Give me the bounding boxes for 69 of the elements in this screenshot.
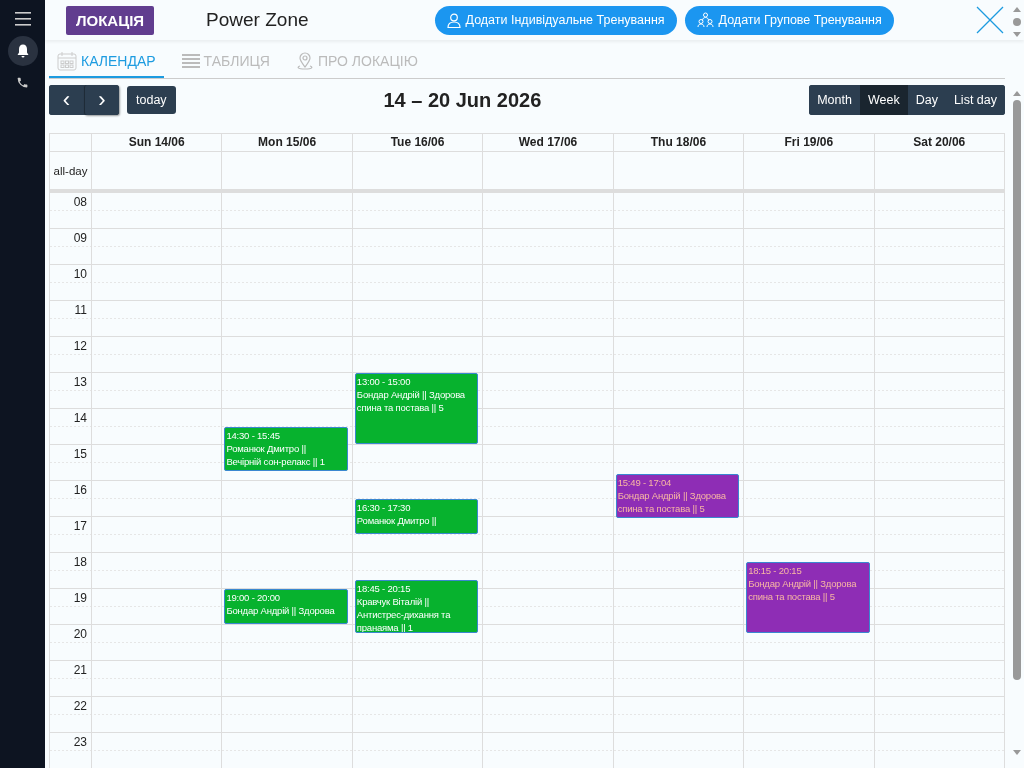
calendar-event[interactable]: 16:30 - 17:30 Романюк Дмитро || bbox=[354, 499, 479, 534]
hour-label: 21 bbox=[73, 663, 87, 677]
day-header: Sat 20/06 bbox=[873, 134, 1004, 151]
phone-icon[interactable] bbox=[16, 76, 29, 89]
event-title: Бондар Андрій || Здорова bbox=[226, 604, 335, 617]
event-title: Бондар Андрій || Здорова bbox=[356, 388, 465, 401]
hour-label: 20 bbox=[73, 627, 87, 641]
event-title: Бондар Андрій || Здорова bbox=[748, 577, 857, 590]
calendar-icon bbox=[57, 50, 77, 71]
hour-label: 16 bbox=[73, 483, 87, 497]
person-icon bbox=[446, 12, 461, 28]
calendar-event[interactable]: 18:15 - 20:15 Бондар Андрій || Здорова спина та постава || 5 bbox=[746, 562, 870, 633]
add-training-button[interactable]: Додати Групове Тренування bbox=[684, 5, 894, 35]
event-time: 13:00 - 15:00 bbox=[356, 375, 411, 388]
event-title: Вечірній сон-релакс || 1 bbox=[226, 455, 325, 468]
day-header: Wed 17/06 bbox=[482, 134, 613, 151]
hour-label: 14 bbox=[73, 411, 87, 425]
hour-label: 18 bbox=[73, 555, 87, 569]
close-icon[interactable] bbox=[976, 6, 1004, 34]
hour-label: 11 bbox=[74, 303, 87, 317]
hour-label: 15 bbox=[73, 447, 87, 461]
event-time: 16:30 - 17:30 bbox=[356, 501, 411, 514]
map-pin-icon bbox=[295, 50, 314, 71]
event-title: Кравчук Віталій || bbox=[356, 595, 429, 608]
event-title: спина та постава || 5 bbox=[748, 590, 835, 603]
tab[interactable]: ПРО ЛОКАЦІЮ bbox=[287, 45, 426, 78]
event-title: Романюк Дмитро || bbox=[356, 514, 437, 527]
event-time: 19:00 - 20:00 bbox=[226, 591, 280, 604]
day-header: Sun 14/06 bbox=[91, 134, 222, 151]
location-badge: ЛОКАЦІЯ bbox=[66, 5, 155, 35]
event-time: 14:30 - 15:45 bbox=[226, 429, 280, 442]
day-header: Mon 15/06 bbox=[221, 134, 352, 151]
next-button[interactable]: › bbox=[84, 85, 119, 115]
event-title: спина та постава || 5 bbox=[356, 401, 444, 414]
hour-label: 13 bbox=[73, 375, 87, 389]
tab[interactable]: ТАБЛИЦЯ bbox=[173, 45, 278, 78]
event-title: Бондар Андрій || Здорова bbox=[617, 489, 726, 503]
hour-label: 23 bbox=[73, 735, 87, 749]
today-button[interactable]: today bbox=[127, 86, 176, 114]
group-icon bbox=[696, 12, 714, 28]
calendar-event[interactable]: 13:00 - 15:00 Бондар Андрій || Здорова спина та постава || 5 bbox=[354, 373, 479, 444]
hour-label: 09 bbox=[73, 231, 87, 245]
day-header: Fri 19/06 bbox=[743, 134, 874, 151]
tab[interactable]: КАЛЕНДАР bbox=[49, 45, 164, 78]
event-time: 15:49 - 17:04 bbox=[617, 476, 672, 490]
hour-label: 10 bbox=[73, 267, 87, 281]
calendar-event[interactable]: 19:00 - 20:00 Бондар Андрій || Здорова bbox=[224, 589, 348, 624]
list-icon bbox=[181, 53, 200, 68]
view-button[interactable]: Week bbox=[859, 85, 908, 115]
day-header: Thu 18/06 bbox=[612, 134, 744, 151]
location-title: Power Zone bbox=[206, 9, 309, 31]
event-time: 18:15 - 20:15 bbox=[748, 564, 802, 577]
day-header: Tue 16/06 bbox=[351, 134, 483, 151]
event-time: 18:45 - 20:15 bbox=[356, 582, 411, 595]
calendar-event[interactable]: 14:30 - 15:45 Романюк Дмитро || Вечірній сон-релакс || 1 bbox=[224, 427, 348, 471]
event-title: Антистрес-дихання та bbox=[356, 608, 451, 621]
hour-label: 12 bbox=[73, 339, 87, 353]
hour-label: 17 bbox=[73, 519, 87, 533]
hour-label: 22 bbox=[73, 699, 87, 713]
calendar-event[interactable]: 15:49 - 17:04 Бондар Андрій || Здорова спина та постава || 5 bbox=[615, 474, 740, 519]
add-training-button[interactable]: Додати Індивідуальне Тренування bbox=[434, 5, 677, 35]
all-day-label: all-day bbox=[52, 163, 89, 179]
event-title: Романюк Дмитро || bbox=[226, 442, 306, 455]
menu-icon[interactable] bbox=[14, 12, 31, 26]
hour-label: 08 bbox=[73, 195, 87, 209]
hour-label: 19 bbox=[73, 591, 87, 605]
event-title: спина та постава || 5 bbox=[617, 502, 705, 516]
date-range-title: 14 – 20 Jun 2026 bbox=[382, 88, 543, 112]
bell-icon[interactable] bbox=[7, 36, 38, 66]
